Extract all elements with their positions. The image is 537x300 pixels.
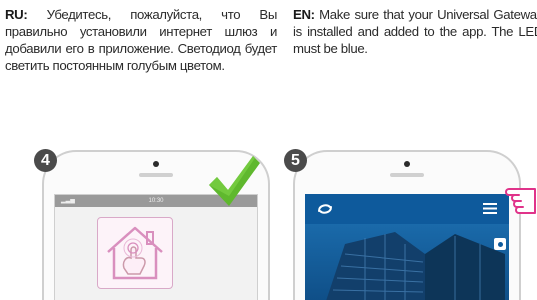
- instruction-en-text: Make sure that your Universal Gateway is…: [293, 7, 537, 56]
- pointing-hand-icon: [493, 183, 536, 214]
- phone-screen-5: [305, 194, 509, 300]
- instruction-ru-text: Убедитесь, пожалуйста, что Вы правильно …: [5, 7, 277, 73]
- step-badge-5: 5: [284, 149, 307, 172]
- app-header: [305, 194, 509, 224]
- speaker-grille: [139, 173, 173, 177]
- app-logo-icon: [318, 204, 332, 214]
- building-photo: [305, 224, 509, 300]
- instruction-ru: RU: Убедитесь, пожалуйста, что Вы правил…: [5, 6, 277, 74]
- signal-icon: ▂▃▅: [61, 198, 75, 204]
- speaker-grille: [390, 173, 424, 177]
- step-badge-4: 4: [34, 149, 57, 172]
- house-hand-icon[interactable]: [97, 217, 173, 289]
- checkmark-icon: [209, 156, 260, 206]
- camera-icon: [153, 161, 159, 167]
- camera-icon: [404, 161, 410, 167]
- instruction-en: EN: Make sure that your Universal Gatewa…: [293, 6, 537, 57]
- status-time: 10:30: [148, 198, 164, 204]
- lang-label-en: EN:: [293, 7, 315, 22]
- gear-icon[interactable]: [494, 238, 506, 250]
- lang-label-ru: RU:: [5, 7, 28, 22]
